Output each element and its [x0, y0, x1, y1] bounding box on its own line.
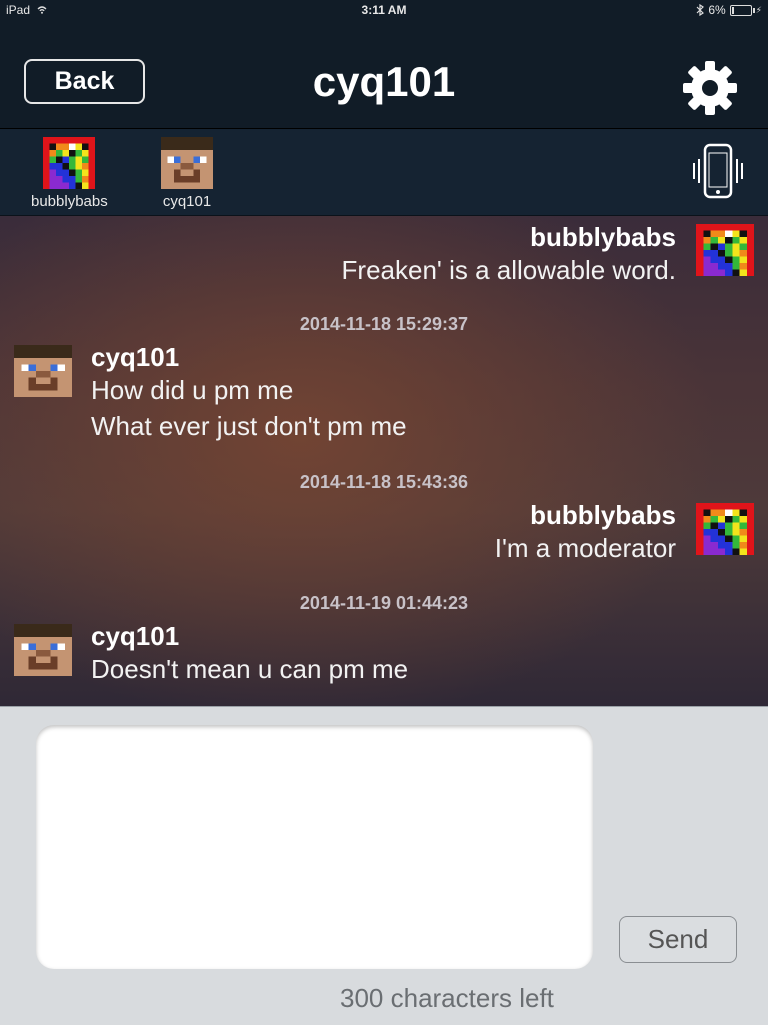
message-cyq101: cyq101 How did u pm me What ever just do… — [91, 342, 407, 444]
message-sender: bubblybabs — [530, 222, 676, 252]
steve-avatar-icon — [161, 137, 213, 189]
message-text: Doesn't mean u can pm me — [91, 654, 409, 684]
page-title: cyq101 — [312, 58, 456, 105]
message-text: Freaken' is a allowable word. — [341, 255, 676, 285]
send-button[interactable]: Send — [619, 916, 737, 963]
message-sender: bubblybabs — [530, 500, 676, 530]
rainbow-avatar-icon — [43, 137, 96, 189]
rainbow-avatar-icon — [696, 503, 754, 555]
message-timestamp: 2014-11-19 01:44:23 — [299, 593, 469, 613]
rainbow-avatar-icon — [696, 224, 754, 276]
message-timestamp: 2014-11-18 15:29:37 — [299, 314, 469, 334]
status-right: 6% ⚡ — [696, 0, 762, 20]
bluetooth-icon — [696, 4, 705, 16]
member-bar: bubblybabs cyq101 — [0, 129, 768, 216]
message-input[interactable] — [36, 725, 593, 969]
steve-avatar-icon — [14, 624, 72, 676]
steve-avatar-icon — [14, 345, 72, 397]
composer-area: Send 300 characters left — [0, 706, 768, 1025]
nav-bar: Back cyq101 — [0, 20, 768, 129]
member-bubblybabs[interactable]: bubblybabs — [31, 137, 108, 210]
message-bubblybabs: bubblybabs Freaken' is a allowable word. — [342, 222, 676, 288]
member-name: cyq101 — [162, 193, 212, 210]
charging-icon: ⚡ — [755, 5, 762, 15]
message-text: How did u pm me — [91, 375, 294, 405]
chat-transcript[interactable]: bubblybabs Freaken' is a allowable word.… — [0, 216, 768, 706]
message-bubblybabs: bubblybabs I'm a moderator — [495, 500, 676, 566]
message-sender: cyq101 — [91, 342, 180, 372]
member-name: bubblybabs — [31, 193, 108, 210]
status-bar: iPad 3:11 AM 6% ⚡ — [0, 0, 768, 20]
character-counter: 300 characters left — [340, 983, 554, 1013]
member-cyq101[interactable]: cyq101 — [158, 137, 216, 210]
message-timestamp: 2014-11-18 15:43:36 — [299, 472, 469, 492]
message-text: What ever just don't pm me — [91, 411, 407, 441]
status-time: 3:11 AM — [361, 3, 407, 17]
battery-percent: 6% — [708, 3, 726, 17]
message-text: I'm a moderator — [494, 533, 676, 563]
message-sender: cyq101 — [91, 621, 180, 651]
battery-icon — [729, 4, 755, 16]
gear-icon[interactable] — [682, 60, 738, 116]
phone-vibrate-icon[interactable] — [690, 141, 746, 201]
message-cyq101: cyq101 Doesn't mean u can pm me — [91, 621, 408, 687]
